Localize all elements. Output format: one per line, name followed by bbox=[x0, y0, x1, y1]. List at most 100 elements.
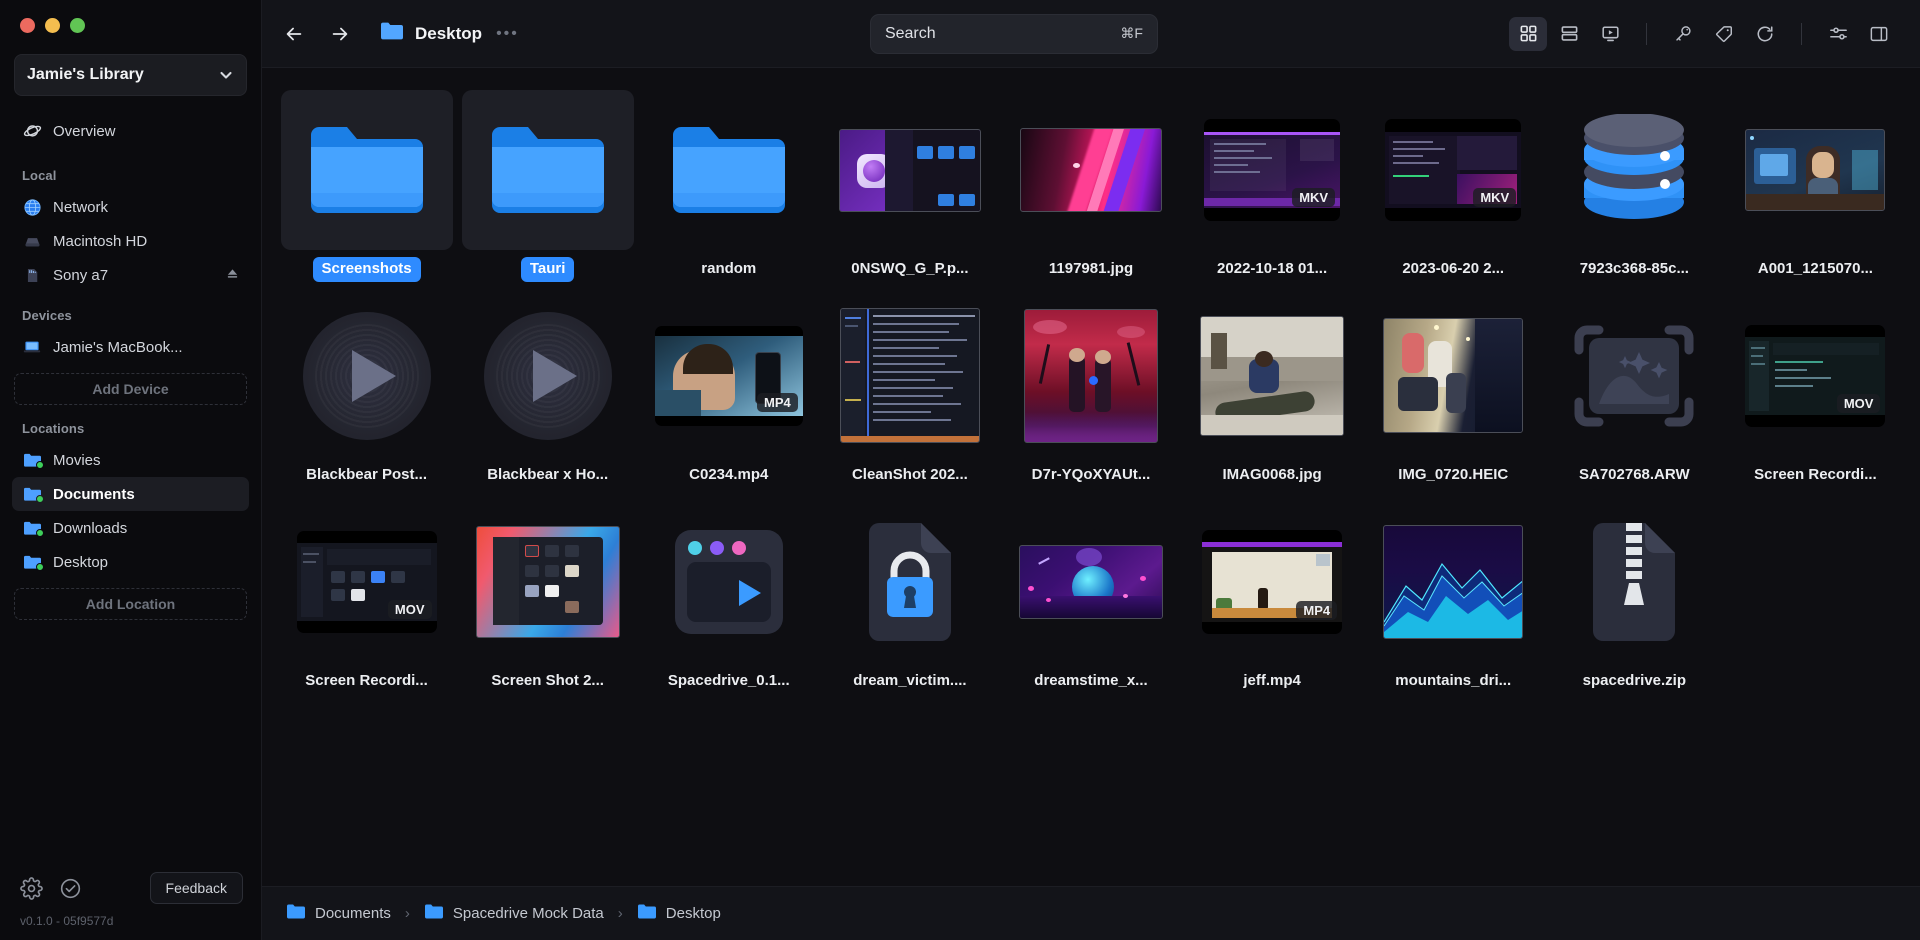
grid-item[interactable]: SA702768.ARW bbox=[1544, 292, 1725, 490]
explorer-content[interactable]: Screenshots Tauri bbox=[262, 68, 1920, 886]
sliders-icon[interactable] bbox=[1819, 17, 1857, 51]
grid-item[interactable]: Spacedrive_0.1... bbox=[638, 498, 819, 696]
file-format-badge: MP4 bbox=[1296, 601, 1337, 620]
sidebar-item-label: Network bbox=[53, 199, 108, 216]
version-label: v0.1.0 - 05f9577d bbox=[20, 909, 243, 928]
sidebar-item-desktop[interactable]: Desktop bbox=[12, 545, 249, 579]
list-view-button[interactable] bbox=[1550, 17, 1588, 51]
gear-icon[interactable] bbox=[20, 877, 43, 900]
grid-item-label: Tauri bbox=[521, 257, 575, 282]
folder-dot-icon bbox=[22, 552, 42, 572]
sidebar-item-documents[interactable]: Documents bbox=[12, 477, 249, 511]
sidebar-right-icon[interactable] bbox=[1860, 17, 1898, 51]
arrow-left-icon[interactable] bbox=[280, 20, 308, 48]
arrow-right-icon[interactable] bbox=[326, 20, 354, 48]
ellipsis-icon[interactable]: ••• bbox=[496, 26, 519, 42]
grid-item[interactable]: MOV Screen Recordi... bbox=[1725, 292, 1906, 490]
folder-dot-icon bbox=[22, 518, 42, 538]
grid-item[interactable]: 7923c368-85c... bbox=[1544, 86, 1725, 284]
sidebar-item-jamies-macbook[interactable]: Jamie's MacBook... bbox=[12, 330, 249, 364]
planet-icon bbox=[22, 121, 42, 141]
grid-item[interactable]: IMAG0068.jpg bbox=[1182, 292, 1363, 490]
grid-item[interactable]: Blackbear x Ho... bbox=[457, 292, 638, 490]
search-placeholder: Search bbox=[885, 25, 936, 43]
check-circle-icon[interactable] bbox=[59, 877, 82, 900]
grid-item[interactable]: CleanShot 202... bbox=[819, 292, 1000, 490]
breadcrumb-label: Documents bbox=[315, 905, 391, 922]
add-device-button[interactable]: Add Device bbox=[14, 373, 247, 405]
grid-item[interactable]: 1197981.jpg bbox=[1000, 86, 1181, 284]
grid-item[interactable]: Blackbear Post... bbox=[276, 292, 457, 490]
grid-item[interactable]: dreamstime_x... bbox=[1000, 498, 1181, 696]
thumbnail: MP4 bbox=[1186, 502, 1358, 662]
grid-item-label: dreamstime_x... bbox=[1025, 669, 1156, 694]
grid-item[interactable]: IMG_0720.HEIC bbox=[1363, 292, 1544, 490]
maximize-button[interactable] bbox=[70, 18, 85, 33]
grid-item-label: CleanShot 202... bbox=[843, 463, 977, 488]
feedback-button[interactable]: Feedback bbox=[150, 872, 243, 904]
encrypted-file-icon bbox=[861, 521, 959, 643]
grid-item[interactable]: A001_1215070... bbox=[1725, 86, 1906, 284]
grid-item-label: IMAG0068.jpg bbox=[1214, 463, 1331, 488]
folder-icon bbox=[637, 903, 657, 925]
grid-item[interactable]: Tauri bbox=[457, 86, 638, 284]
grid-item[interactable]: 0NSWQ_G_P.p... bbox=[819, 86, 1000, 284]
grid-item[interactable]: MOV Screen Recordi... bbox=[276, 498, 457, 696]
sidebar-item-overview[interactable]: Overview bbox=[12, 114, 249, 148]
grid-item[interactable]: MP4 C0234.mp4 bbox=[638, 292, 819, 490]
thumbnail: MKV bbox=[1367, 90, 1539, 250]
breadcrumb-item-documents[interactable]: Documents bbox=[286, 903, 391, 925]
key-icon[interactable] bbox=[1664, 17, 1702, 51]
file-format-badge: MKV bbox=[1292, 188, 1335, 207]
grid-item-label: SA702768.ARW bbox=[1570, 463, 1699, 488]
thumbnail bbox=[462, 296, 634, 456]
grid-item-label: Screen Recordi... bbox=[1745, 463, 1886, 488]
add-location-button[interactable]: Add Location bbox=[14, 588, 247, 620]
breadcrumb-item-desktop[interactable]: Desktop bbox=[637, 903, 721, 925]
sidebar-item-movies[interactable]: Movies bbox=[12, 443, 249, 477]
minimize-button[interactable] bbox=[45, 18, 60, 33]
search-area: Search ⌘F bbox=[519, 14, 1509, 54]
eject-icon[interactable] bbox=[226, 267, 239, 283]
grid-item[interactable]: D7r-YQoXYAUt... bbox=[1000, 292, 1181, 490]
current-path-chip[interactable]: Desktop bbox=[380, 21, 482, 46]
grid-item[interactable]: MKV 2022-10-18 01... bbox=[1182, 86, 1363, 284]
thumbnail bbox=[1729, 90, 1901, 250]
toolbar-divider bbox=[1646, 23, 1647, 45]
grid-item-label: 2022-10-18 01... bbox=[1208, 257, 1336, 282]
grid-item[interactable]: random bbox=[638, 86, 819, 284]
refresh-icon[interactable] bbox=[1746, 17, 1784, 51]
grid-item[interactable]: Screen Shot 2... bbox=[457, 498, 638, 696]
audio-file-icon bbox=[484, 312, 612, 440]
sidebar-item-macintosh-hd[interactable]: Macintosh HD bbox=[12, 224, 249, 258]
thumbnail: MOV bbox=[1729, 296, 1901, 456]
grid-item[interactable]: Screenshots bbox=[276, 86, 457, 284]
raw-image-icon bbox=[1573, 324, 1695, 428]
breadcrumb-item-spacedrive-mock-data[interactable]: Spacedrive Mock Data bbox=[424, 903, 604, 925]
thumbnail bbox=[281, 90, 453, 250]
grid-item-label: 2023-06-20 2... bbox=[1393, 257, 1513, 282]
search-input[interactable]: Search ⌘F bbox=[870, 14, 1158, 54]
globe-icon bbox=[22, 197, 42, 217]
media-view-button[interactable] bbox=[1591, 17, 1629, 51]
dmg-icon bbox=[673, 528, 785, 636]
sidebar-nav: Overview Local Network bbox=[0, 96, 261, 867]
grid-item[interactable]: MP4 jeff.mp4 bbox=[1182, 498, 1363, 696]
sidebar-item-sony-a7[interactable]: Sony a7 bbox=[12, 258, 249, 292]
grid-item[interactable]: mountains_dri... bbox=[1363, 498, 1544, 696]
breadcrumb: Documents › Spacedrive Mock Data › Deskt… bbox=[262, 886, 1920, 940]
library-switcher[interactable]: Jamie's Library bbox=[14, 54, 247, 96]
grid-view-button[interactable] bbox=[1509, 17, 1547, 51]
sidebar-item-downloads[interactable]: Downloads bbox=[12, 511, 249, 545]
grid-item[interactable]: dream_victim.... bbox=[819, 498, 1000, 696]
grid-item-label: Spacedrive_0.1... bbox=[659, 669, 799, 694]
file-grid: Screenshots Tauri bbox=[262, 86, 1920, 695]
sidebar-item-label: Downloads bbox=[53, 520, 127, 537]
grid-item[interactable]: MKV 2023-06-20 2... bbox=[1363, 86, 1544, 284]
sidebar-item-network[interactable]: Network bbox=[12, 190, 249, 224]
grid-item[interactable]: spacedrive.zip bbox=[1544, 498, 1725, 696]
sidebar-footer: Feedback v0.1.0 - 05f9577d bbox=[0, 867, 261, 940]
tag-icon[interactable] bbox=[1705, 17, 1743, 51]
thumbnail bbox=[1548, 90, 1720, 250]
close-button[interactable] bbox=[20, 18, 35, 33]
